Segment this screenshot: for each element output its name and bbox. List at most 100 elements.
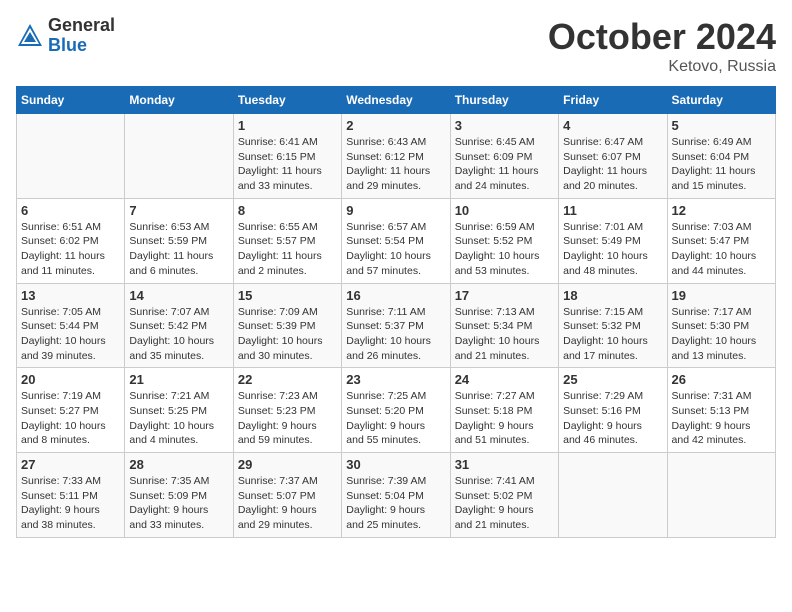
day-info: Sunrise: 7:01 AM Sunset: 5:49 PM Dayligh… [563, 220, 662, 279]
day-number: 10 [455, 203, 554, 218]
day-info: Sunrise: 6:41 AM Sunset: 6:15 PM Dayligh… [238, 135, 337, 194]
day-info: Sunrise: 6:51 AM Sunset: 6:02 PM Dayligh… [21, 220, 120, 279]
day-number: 16 [346, 288, 445, 303]
day-info: Sunrise: 6:47 AM Sunset: 6:07 PM Dayligh… [563, 135, 662, 194]
day-number: 11 [563, 203, 662, 218]
calendar-cell: 20 Sunrise: 7:19 AM Sunset: 5:27 PM Dayli… [17, 368, 125, 453]
day-info: Sunrise: 6:53 AM Sunset: 5:59 PM Dayligh… [129, 220, 228, 279]
day-number: 12 [672, 203, 771, 218]
day-number: 30 [346, 457, 445, 472]
day-number: 21 [129, 372, 228, 387]
weekday-header-tuesday: Tuesday [233, 87, 341, 114]
calendar-cell [559, 453, 667, 538]
day-number: 3 [455, 118, 554, 133]
calendar-cell: 23 Sunrise: 7:25 AM Sunset: 5:20 PM Dayli… [342, 368, 450, 453]
calendar-cell: 4Sunrise: 6:47 AM Sunset: 6:07 PM Daylig… [559, 114, 667, 199]
day-number: 8 [238, 203, 337, 218]
calendar-cell: 2 Sunrise: 6:43 AM Sunset: 6:12 PM Daylig… [342, 114, 450, 199]
day-number: 14 [129, 288, 228, 303]
day-number: 5 [672, 118, 771, 133]
day-number: 25 [563, 372, 662, 387]
calendar-cell [125, 114, 233, 199]
calendar-cell: 16 Sunrise: 7:11 AM Sunset: 5:37 PM Dayli… [342, 283, 450, 368]
logo: General Blue [16, 16, 115, 56]
day-info: Sunrise: 7:11 AM Sunset: 5:37 PM Dayligh… [346, 305, 445, 364]
day-number: 26 [672, 372, 771, 387]
day-number: 27 [21, 457, 120, 472]
day-number: 22 [238, 372, 337, 387]
calendar-cell: 14Sunrise: 7:07 AM Sunset: 5:42 PM Dayli… [125, 283, 233, 368]
calendar-cell: 15Sunrise: 7:09 AM Sunset: 5:39 PM Dayli… [233, 283, 341, 368]
logo-general-text: General [48, 16, 115, 36]
day-number: 29 [238, 457, 337, 472]
day-number: 15 [238, 288, 337, 303]
weekday-row: SundayMondayTuesdayWednesdayThursdayFrid… [17, 87, 776, 114]
weekday-header-thursday: Thursday [450, 87, 558, 114]
day-info: Sunrise: 6:43 AM Sunset: 6:12 PM Dayligh… [346, 135, 445, 194]
calendar-row: 20 Sunrise: 7:19 AM Sunset: 5:27 PM Dayli… [17, 368, 776, 453]
day-number: 28 [129, 457, 228, 472]
day-info: Sunrise: 7:13 AM Sunset: 5:34 PM Dayligh… [455, 305, 554, 364]
calendar-row: 1 Sunrise: 6:41 AM Sunset: 6:15 PM Daylig… [17, 114, 776, 199]
day-number: 17 [455, 288, 554, 303]
calendar-row: 13Sunrise: 7:05 AM Sunset: 5:44 PM Dayli… [17, 283, 776, 368]
calendar-cell: 3 Sunrise: 6:45 AM Sunset: 6:09 PM Daylig… [450, 114, 558, 199]
calendar-cell: 12Sunrise: 7:03 AM Sunset: 5:47 PM Dayli… [667, 198, 775, 283]
calendar-body: 1 Sunrise: 6:41 AM Sunset: 6:15 PM Daylig… [17, 114, 776, 538]
logo-blue-text: Blue [48, 36, 115, 56]
day-info: Sunrise: 6:49 AM Sunset: 6:04 PM Dayligh… [672, 135, 771, 194]
day-number: 7 [129, 203, 228, 218]
calendar-cell: 30Sunrise: 7:39 AM Sunset: 5:04 PM Dayli… [342, 453, 450, 538]
day-info: Sunrise: 6:45 AM Sunset: 6:09 PM Dayligh… [455, 135, 554, 194]
calendar-cell: 31 Sunrise: 7:41 AM Sunset: 5:02 PM Dayli… [450, 453, 558, 538]
day-number: 13 [21, 288, 120, 303]
day-info: Sunrise: 7:21 AM Sunset: 5:25 PM Dayligh… [129, 389, 228, 448]
day-number: 9 [346, 203, 445, 218]
day-number: 23 [346, 372, 445, 387]
day-info: Sunrise: 7:41 AM Sunset: 5:02 PM Dayligh… [455, 474, 554, 533]
day-info: Sunrise: 7:29 AM Sunset: 5:16 PM Dayligh… [563, 389, 662, 448]
weekday-header-wednesday: Wednesday [342, 87, 450, 114]
weekday-header-monday: Monday [125, 87, 233, 114]
weekday-header-saturday: Saturday [667, 87, 775, 114]
calendar-cell: 8 Sunrise: 6:55 AM Sunset: 5:57 PM Daylig… [233, 198, 341, 283]
logo-text: General Blue [48, 16, 115, 56]
calendar-cell: 10Sunrise: 6:59 AM Sunset: 5:52 PM Dayli… [450, 198, 558, 283]
day-number: 24 [455, 372, 554, 387]
calendar-cell: 21 Sunrise: 7:21 AM Sunset: 5:25 PM Dayli… [125, 368, 233, 453]
calendar-cell: 26 Sunrise: 7:31 AM Sunset: 5:13 PM Dayli… [667, 368, 775, 453]
calendar-header: SundayMondayTuesdayWednesdayThursdayFrid… [17, 87, 776, 114]
day-number: 20 [21, 372, 120, 387]
calendar-cell: 19 Sunrise: 7:17 AM Sunset: 5:30 PM Dayli… [667, 283, 775, 368]
calendar-cell: 7 Sunrise: 6:53 AM Sunset: 5:59 PM Daylig… [125, 198, 233, 283]
logo-icon [16, 22, 44, 50]
day-number: 2 [346, 118, 445, 133]
calendar-cell: 29 Sunrise: 7:37 AM Sunset: 5:07 PM Dayli… [233, 453, 341, 538]
calendar-cell: 28 Sunrise: 7:35 AM Sunset: 5:09 PM Dayli… [125, 453, 233, 538]
calendar-cell: 22 Sunrise: 7:23 AM Sunset: 5:23 PM Dayli… [233, 368, 341, 453]
calendar-cell: 13Sunrise: 7:05 AM Sunset: 5:44 PM Dayli… [17, 283, 125, 368]
day-info: Sunrise: 6:55 AM Sunset: 5:57 PM Dayligh… [238, 220, 337, 279]
day-info: Sunrise: 7:31 AM Sunset: 5:13 PM Dayligh… [672, 389, 771, 448]
calendar-cell: 17 Sunrise: 7:13 AM Sunset: 5:34 PM Dayli… [450, 283, 558, 368]
calendar-cell: 24Sunrise: 7:27 AM Sunset: 5:18 PM Dayli… [450, 368, 558, 453]
calendar-cell: 5 Sunrise: 6:49 AM Sunset: 6:04 PM Daylig… [667, 114, 775, 199]
day-info: Sunrise: 7:33 AM Sunset: 5:11 PM Dayligh… [21, 474, 120, 533]
calendar-cell: 11 Sunrise: 7:01 AM Sunset: 5:49 PM Dayli… [559, 198, 667, 283]
calendar-cell: 25 Sunrise: 7:29 AM Sunset: 5:16 PM Dayli… [559, 368, 667, 453]
calendar-cell [667, 453, 775, 538]
day-number: 1 [238, 118, 337, 133]
day-info: Sunrise: 7:15 AM Sunset: 5:32 PM Dayligh… [563, 305, 662, 364]
calendar-cell: 1 Sunrise: 6:41 AM Sunset: 6:15 PM Daylig… [233, 114, 341, 199]
day-info: Sunrise: 7:23 AM Sunset: 5:23 PM Dayligh… [238, 389, 337, 448]
weekday-header-friday: Friday [559, 87, 667, 114]
day-info: Sunrise: 7:17 AM Sunset: 5:30 PM Dayligh… [672, 305, 771, 364]
day-number: 19 [672, 288, 771, 303]
day-info: Sunrise: 7:19 AM Sunset: 5:27 PM Dayligh… [21, 389, 120, 448]
day-info: Sunrise: 7:37 AM Sunset: 5:07 PM Dayligh… [238, 474, 337, 533]
day-number: 31 [455, 457, 554, 472]
day-info: Sunrise: 7:25 AM Sunset: 5:20 PM Dayligh… [346, 389, 445, 448]
calendar-table: SundayMondayTuesdayWednesdayThursdayFrid… [16, 86, 776, 538]
calendar-cell: 6Sunrise: 6:51 AM Sunset: 6:02 PM Daylig… [17, 198, 125, 283]
day-info: Sunrise: 7:35 AM Sunset: 5:09 PM Dayligh… [129, 474, 228, 533]
